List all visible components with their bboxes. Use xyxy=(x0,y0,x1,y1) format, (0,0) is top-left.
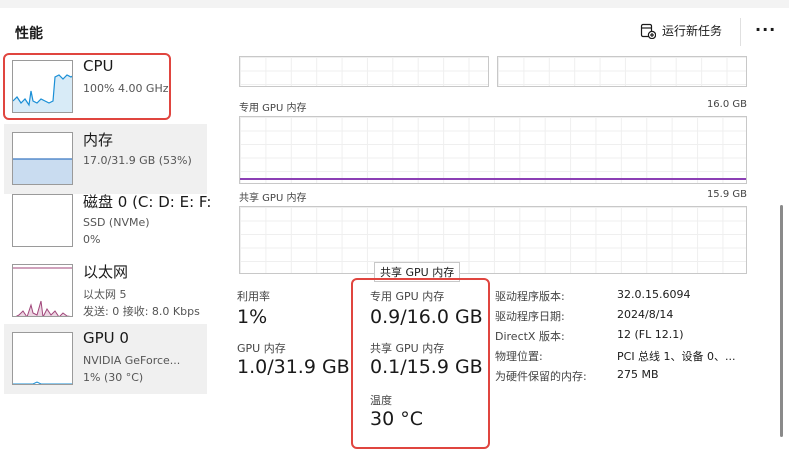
ethernet-thumbnail-graph xyxy=(12,264,73,317)
vertical-scrollbar[interactable] xyxy=(780,205,783,437)
dedicated-graph-max: 16.0 GB xyxy=(706,99,747,110)
driver-date-value: 2024/8/14 xyxy=(617,308,674,321)
sidebar-item-gpu[interactable]: GPU 0 NVIDIA GeForce... 1% (30 °C) xyxy=(4,324,207,394)
reserved-memory-label: 为硬件保留的内存: xyxy=(495,370,587,383)
sidebar-item-detail: NVIDIA GeForce... xyxy=(83,354,181,367)
gpu-memory-value: 1.0/31.9 GB xyxy=(237,356,350,378)
utilization-label: 利用率 xyxy=(237,290,270,303)
sidebar-item-detail: 以太网 5 xyxy=(83,288,127,301)
gpu-stats-highlight-box xyxy=(351,278,490,449)
title-bar-strip xyxy=(0,0,789,8)
sidebar-item-ethernet[interactable]: 以太网 以太网 5 发送: 0 接收: 8.0 Kbps xyxy=(4,256,207,326)
gpu-thumbnail-graph xyxy=(12,332,73,385)
sidebar-item-title: 以太网 xyxy=(83,263,129,281)
directx-version-value: 12 (FL 12.1) xyxy=(617,328,684,341)
physical-location-value: PCI 总线 1、设备 0、... xyxy=(617,350,736,363)
run-task-icon xyxy=(640,23,656,39)
header: 性能 运行新任务 ··· xyxy=(0,8,789,56)
sidebar-item-detail-2: 0% xyxy=(83,233,101,246)
header-separator xyxy=(740,18,741,46)
memory-thumbnail-graph xyxy=(12,132,73,185)
sidebar-item-memory[interactable]: 内存 17.0/31.9 GB (53%) xyxy=(4,124,207,194)
reserved-memory-value: 275 MB xyxy=(617,368,659,381)
shared-graph-label: 共享 GPU 内存 xyxy=(239,193,307,204)
page-title: 性能 xyxy=(15,26,43,42)
sidebar-item-disk[interactable]: 磁盘 0 (C: D: E: F: SSD (NVMe) 0% xyxy=(4,186,211,256)
sidebar-item-detail-2: 发送: 0 接收: 8.0 Kbps xyxy=(83,305,200,318)
sidebar-item-detail: 17.0/31.9 GB (53%) xyxy=(83,154,192,167)
disk-thumbnail-graph xyxy=(12,194,73,247)
sidebar-item-title: 内存 xyxy=(83,131,114,149)
sidebar-item-title: 磁盘 0 (C: D: E: F: xyxy=(83,193,212,211)
dedicated-graph-label: 专用 GPU 内存 xyxy=(239,103,307,114)
run-new-task-button[interactable]: 运行新任务 xyxy=(640,22,722,39)
physical-location-label: 物理位置: xyxy=(495,350,543,363)
driver-version-label: 驱动程序版本: xyxy=(495,290,565,303)
directx-version-label: DirectX 版本: xyxy=(495,330,565,343)
engine-graph-right xyxy=(497,56,747,87)
sidebar-item-title: GPU 0 xyxy=(83,329,129,347)
more-options-button[interactable]: ··· xyxy=(755,20,776,39)
dedicated-gpu-memory-graph xyxy=(239,116,747,184)
cpu-highlight-box xyxy=(3,53,171,120)
utilization-value: 1% xyxy=(237,306,268,328)
run-task-label: 运行新任务 xyxy=(662,24,723,38)
shared-gpu-memory-graph xyxy=(239,206,747,274)
driver-date-label: 驱动程序日期: xyxy=(495,310,565,323)
shared-graph-max: 15.9 GB xyxy=(706,189,747,200)
driver-version-value: 32.0.15.6094 xyxy=(617,288,691,301)
gpu-memory-label: GPU 内存 xyxy=(237,342,286,355)
sidebar-item-detail: SSD (NVMe) xyxy=(83,216,150,229)
engine-graph-left xyxy=(239,56,489,87)
sidebar-item-detail-2: 1% (30 °C) xyxy=(83,371,144,384)
